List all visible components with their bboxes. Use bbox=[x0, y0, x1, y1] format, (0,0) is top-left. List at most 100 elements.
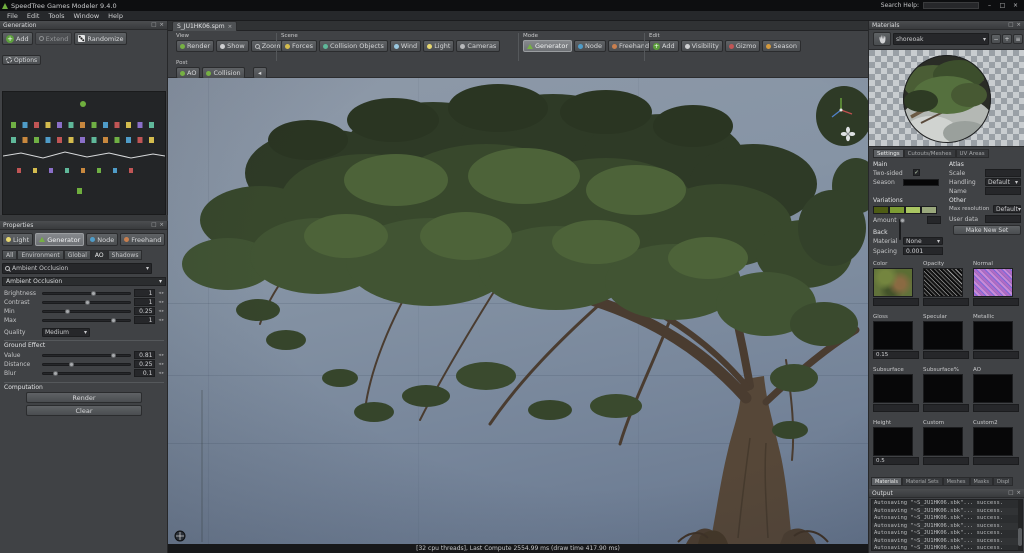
close-panel-icon[interactable] bbox=[159, 222, 164, 228]
cameras-button[interactable]: Cameras bbox=[456, 40, 500, 52]
texture-slot-subsurface[interactable]: Subsurface bbox=[873, 367, 919, 412]
menu-edit[interactable]: Edit bbox=[23, 11, 44, 20]
texture-slot-ao[interactable]: AO bbox=[973, 367, 1019, 412]
height-value[interactable]: 0.5 bbox=[873, 457, 919, 465]
filter-tab-environment[interactable]: Environment bbox=[17, 250, 63, 260]
subsurface-pct-thumbnail[interactable] bbox=[923, 374, 963, 403]
texture-slot-color[interactable]: Color bbox=[873, 261, 919, 306]
output-scrollbar[interactable] bbox=[1018, 500, 1022, 550]
float-panel-icon[interactable] bbox=[151, 22, 156, 28]
texture-slot-custom2[interactable]: Custom2 bbox=[973, 420, 1019, 465]
ambient-occlusion-section-header[interactable]: Ambient Occlusion bbox=[2, 277, 166, 286]
opacity-thumbnail[interactable] bbox=[923, 268, 963, 297]
collision-objects-button[interactable]: Collision Objects bbox=[319, 40, 388, 52]
variation-swatches[interactable] bbox=[873, 206, 937, 214]
close-panel-icon[interactable] bbox=[1016, 490, 1021, 496]
max-resolution-dropdown[interactable]: Default bbox=[993, 205, 1021, 213]
filter-tab-all[interactable]: All bbox=[2, 250, 17, 260]
texture-slot-gloss[interactable]: Gloss0.15 bbox=[873, 314, 919, 359]
maximize-button[interactable] bbox=[996, 1, 1009, 10]
ge-blur-value[interactable]: 0.1 bbox=[134, 369, 155, 377]
user-data-input[interactable] bbox=[985, 215, 1021, 223]
add-material-button[interactable] bbox=[1002, 34, 1012, 44]
max-stepper[interactable] bbox=[158, 318, 165, 323]
bottom-tab-materials[interactable]: Materials bbox=[871, 477, 902, 486]
float-panel-icon[interactable] bbox=[1008, 22, 1013, 28]
min-slider[interactable] bbox=[42, 310, 131, 313]
specular-value[interactable] bbox=[923, 351, 969, 359]
texture-slot-metallic[interactable]: Metallic bbox=[973, 314, 1019, 359]
close-panel-icon[interactable] bbox=[1016, 22, 1021, 28]
bottom-tab-material-sets[interactable]: Material Sets bbox=[902, 477, 943, 486]
extend-generator-button[interactable]: Extend bbox=[35, 32, 73, 45]
variation-swatch[interactable] bbox=[889, 206, 905, 214]
custom-value[interactable] bbox=[923, 457, 969, 465]
texture-slot-subsurface-pct[interactable]: Subsurface% bbox=[923, 367, 969, 412]
specular-thumbnail[interactable] bbox=[923, 321, 963, 350]
min-stepper[interactable] bbox=[158, 309, 165, 314]
make-new-set-button[interactable]: Make New Set bbox=[953, 225, 1021, 235]
wind-button[interactable]: Wind bbox=[390, 40, 421, 52]
tab-uv-areas[interactable]: UV Areas bbox=[956, 149, 989, 158]
remove-material-button[interactable] bbox=[991, 34, 1001, 44]
color-value[interactable] bbox=[873, 298, 919, 306]
material-preview-area[interactable] bbox=[869, 49, 1024, 147]
gizmo-button[interactable]: Gizmo bbox=[725, 40, 761, 52]
spacing-input[interactable]: 0.001 bbox=[903, 247, 943, 255]
mode-generator-button[interactable]: Generator bbox=[523, 40, 572, 52]
subsurface-thumbnail[interactable] bbox=[873, 374, 913, 403]
origin-icon[interactable] bbox=[174, 530, 186, 542]
ge-blur-slider[interactable] bbox=[42, 372, 131, 375]
bottom-tab-displacement[interactable]: Displ bbox=[993, 477, 1013, 486]
texture-slot-opacity[interactable]: Opacity bbox=[923, 261, 969, 306]
camera-compass-icon[interactable] bbox=[840, 126, 856, 142]
gloss-value[interactable]: 0.15 bbox=[873, 351, 919, 359]
handling-dropdown[interactable]: Default bbox=[985, 178, 1021, 186]
output-log[interactable]: Autosaving "~S_JU1HK06.sbk"... success. … bbox=[871, 499, 1023, 551]
normal-value[interactable] bbox=[973, 298, 1019, 306]
tab-settings[interactable]: Settings bbox=[873, 149, 904, 158]
axis-gizmo[interactable] bbox=[828, 94, 854, 120]
edit-add-button[interactable]: Add bbox=[649, 40, 679, 52]
tab-node[interactable]: Node bbox=[86, 233, 118, 246]
subsurface-pct-value[interactable] bbox=[923, 404, 969, 412]
subsurface-value[interactable] bbox=[873, 404, 919, 412]
season-swatch[interactable] bbox=[903, 179, 939, 186]
clear-button[interactable]: Clear bbox=[26, 405, 142, 416]
bottom-tab-masks[interactable]: Masks bbox=[970, 477, 993, 486]
randomize-button[interactable]: Randomize bbox=[74, 32, 127, 45]
ge-distance-value[interactable]: 0.25 bbox=[134, 360, 155, 368]
material-select-dropdown[interactable]: shoreoak bbox=[893, 33, 989, 45]
name-input[interactable] bbox=[985, 187, 1021, 195]
variation-swatch[interactable] bbox=[905, 206, 921, 214]
help-search-input[interactable] bbox=[923, 2, 979, 9]
close-button[interactable] bbox=[1009, 1, 1022, 10]
texture-slot-custom[interactable]: Custom bbox=[923, 420, 969, 465]
close-tab-icon[interactable] bbox=[228, 24, 233, 30]
brightness-value[interactable]: 1 bbox=[134, 289, 155, 297]
opacity-value[interactable] bbox=[923, 298, 969, 306]
float-panel-icon[interactable] bbox=[1008, 490, 1013, 496]
contrast-stepper[interactable] bbox=[158, 300, 165, 305]
texture-slot-specular[interactable]: Specular bbox=[923, 314, 969, 359]
generation-node-graph[interactable] bbox=[2, 91, 166, 215]
close-panel-icon[interactable] bbox=[159, 22, 164, 28]
texture-slot-normal[interactable]: Normal bbox=[973, 261, 1019, 306]
season-button[interactable]: Season bbox=[762, 40, 801, 52]
tab-cutouts-meshes[interactable]: Cutouts/Meshes bbox=[904, 149, 956, 158]
max-slider[interactable] bbox=[42, 319, 131, 322]
show-button[interactable]: Show bbox=[216, 40, 249, 52]
custom2-value[interactable] bbox=[973, 457, 1019, 465]
visibility-button[interactable]: Visibility bbox=[681, 40, 723, 52]
menu-window[interactable]: Window bbox=[70, 11, 104, 20]
contrast-value[interactable]: 1 bbox=[134, 298, 155, 306]
texture-slot-height[interactable]: Height0.5 bbox=[873, 420, 919, 465]
mode-node-button[interactable]: Node bbox=[574, 40, 606, 52]
light-button[interactable]: Light bbox=[423, 40, 454, 52]
ge-value-slider[interactable] bbox=[42, 354, 131, 357]
two-sided-checkbox[interactable] bbox=[913, 169, 920, 176]
brightness-slider[interactable] bbox=[42, 292, 131, 295]
max-value[interactable]: 1 bbox=[134, 316, 155, 324]
filter-tab-shadows[interactable]: Shadows bbox=[108, 250, 143, 260]
pan-tool-button[interactable] bbox=[873, 32, 891, 46]
